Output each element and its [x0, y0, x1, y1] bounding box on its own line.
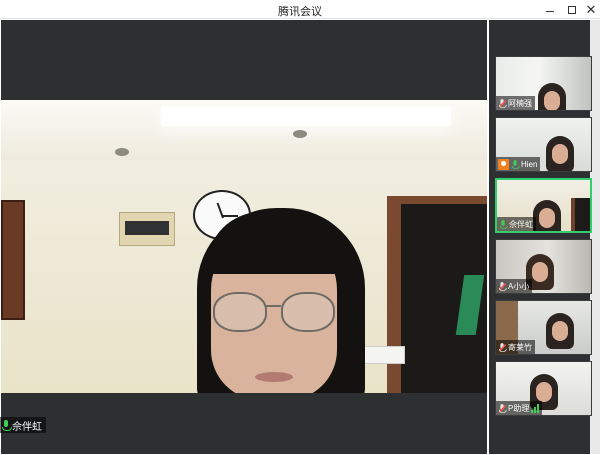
- main-video-feed: [1, 100, 487, 393]
- participant-tile[interactable]: 阿楠强: [495, 56, 592, 111]
- participant-figure: [533, 200, 561, 231]
- video-light-switch: [363, 346, 405, 364]
- participant-figure: [538, 83, 566, 110]
- mic-muted-icon: [498, 403, 507, 413]
- minimize-icon: [546, 10, 554, 12]
- mic-muted-icon: [498, 342, 507, 352]
- participant-name: P助理: [508, 403, 530, 413]
- speaker-glasses-right-lens: [281, 292, 335, 332]
- participant-figure: [546, 313, 574, 349]
- mic-muted-icon: [498, 98, 507, 108]
- participant-tile[interactable]: Hien: [495, 117, 592, 172]
- video-left-door: [1, 200, 25, 320]
- participant-figure: [546, 136, 574, 171]
- maximize-icon: [568, 5, 576, 14]
- screen-share-icon: [498, 158, 509, 170]
- speaker-glasses-left-lens: [213, 292, 267, 332]
- mic-muted-icon: [498, 281, 507, 291]
- speaker-bangs: [207, 212, 353, 274]
- close-button[interactable]: ✕: [580, 0, 600, 19]
- participant-tile[interactable]: P助理: [495, 361, 592, 416]
- participant-name-tag: Hien: [496, 157, 541, 171]
- participant-name: 佘伴虹: [509, 219, 533, 229]
- stage-lower-area: [1, 393, 487, 454]
- main-speaker-name-tag: 佘伴虹: [0, 417, 46, 433]
- mic-on-icon: [2, 419, 12, 431]
- video-spotlight: [115, 148, 129, 156]
- close-icon: ✕: [585, 1, 597, 17]
- participant-name-tag: 佘伴虹: [497, 217, 536, 231]
- participant-tile[interactable]: A小小: [495, 239, 592, 294]
- participant-tile[interactable]: 寄莱竹: [495, 300, 592, 355]
- participant-name-tag: 寄莱竹: [496, 340, 535, 354]
- minimize-button[interactable]: [539, 0, 561, 19]
- main-video-stage[interactable]: [1, 20, 487, 454]
- participant-name: A小小: [508, 281, 530, 291]
- tile-door: [571, 198, 590, 231]
- main-speaker-name: 佘伴虹: [12, 421, 42, 433]
- speaker-glasses-bridge: [265, 305, 281, 307]
- video-spotlight: [293, 130, 307, 138]
- participant-name-tag: A小小: [496, 279, 533, 293]
- signal-strength-icon: [531, 403, 540, 413]
- participant-tile-active[interactable]: 佘伴虹: [495, 178, 592, 233]
- mic-on-icon: [499, 219, 508, 229]
- window-title: 腾讯会议: [278, 6, 322, 18]
- participant-name: 阿楠强: [508, 98, 532, 108]
- mic-on-icon: [511, 159, 520, 169]
- participant-name-tag: P助理: [496, 401, 543, 415]
- title-bar: 腾讯会议 ✕: [0, 0, 600, 19]
- participant-name-tag: 阿楠强: [496, 96, 535, 110]
- video-ceiling-light: [161, 106, 451, 126]
- participant-name: 寄莱竹: [508, 342, 532, 352]
- video-wall-panel: [119, 212, 175, 246]
- speaker-mouth: [255, 372, 293, 382]
- participant-sidebar[interactable]: 阿楠强 Hien 佘伴虹 A小小 寄莱竹 P助理: [489, 20, 600, 454]
- participant-name: Hien: [521, 159, 538, 169]
